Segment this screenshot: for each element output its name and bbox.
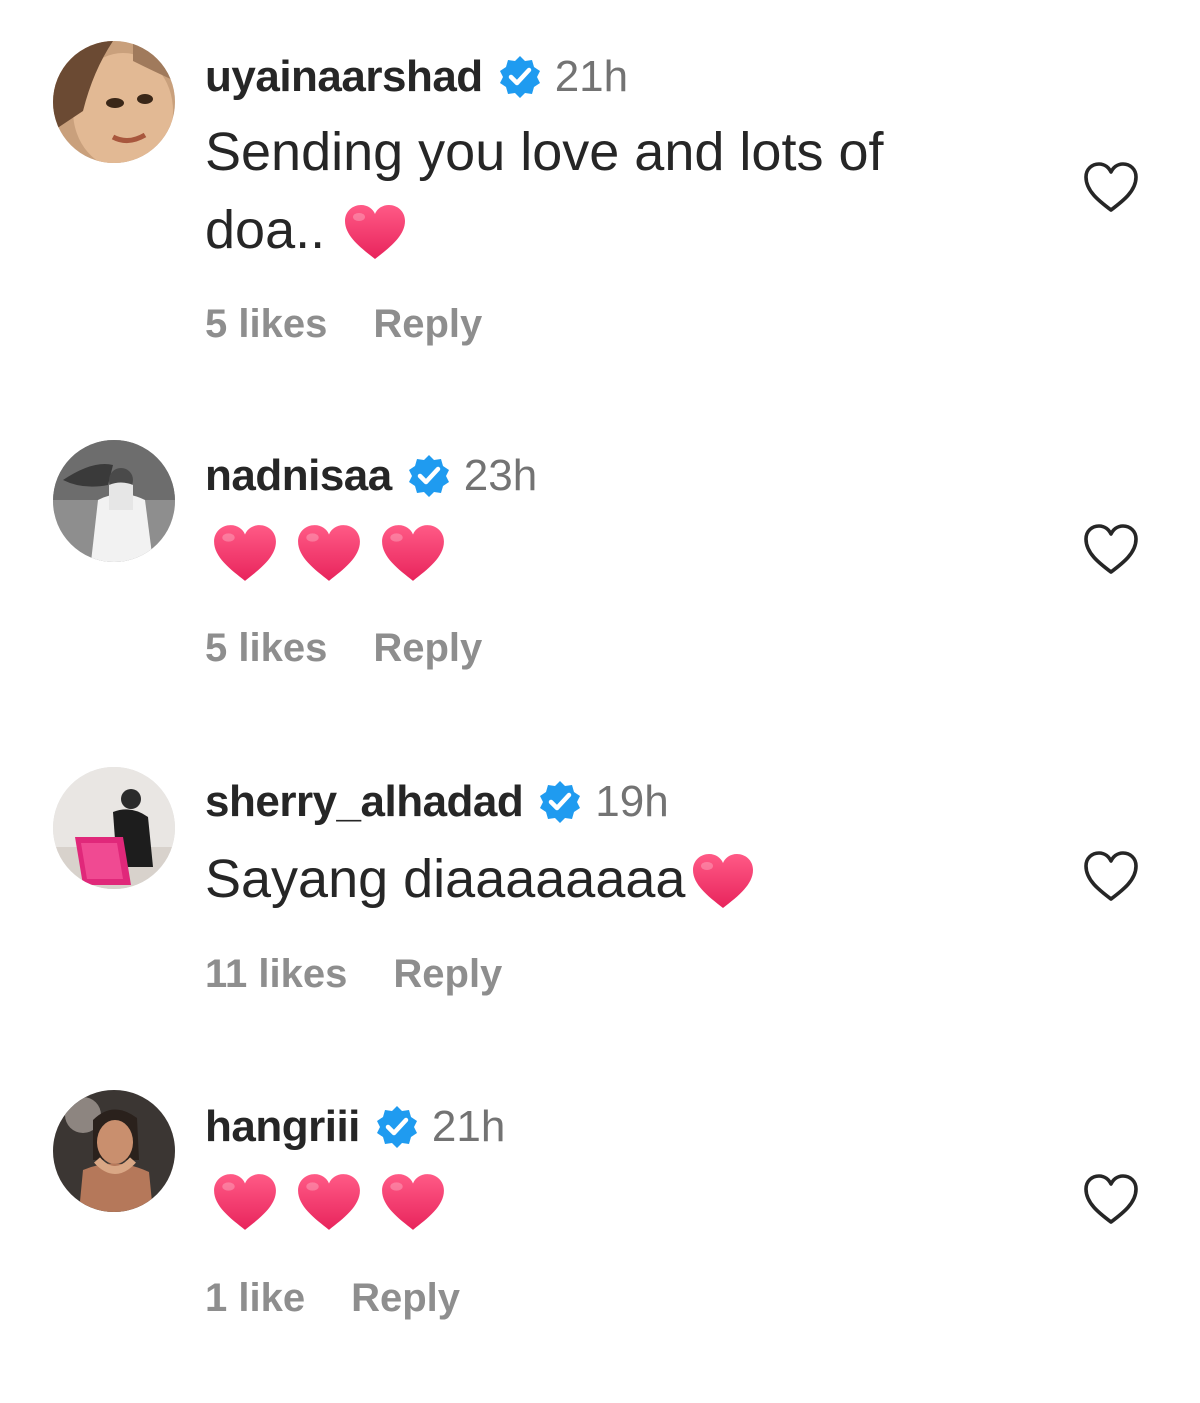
comment-meta: 11 likes Reply	[205, 952, 502, 997]
red-heart-emoji-icon	[296, 1172, 362, 1232]
comment-emojis	[212, 523, 446, 583]
avatar[interactable]	[53, 1090, 175, 1212]
likes-count[interactable]: 1 like	[205, 1276, 305, 1321]
red-heart-emoji-icon	[343, 202, 407, 262]
username[interactable]: nadnisaa	[205, 451, 392, 501]
comment-header: sherry_alhadad 19h	[205, 772, 669, 832]
timestamp[interactable]: 19h	[595, 777, 668, 827]
red-heart-emoji-icon	[380, 523, 446, 583]
avatar-image	[53, 440, 175, 562]
comment-emojis	[212, 1172, 446, 1232]
timestamp[interactable]: 23h	[464, 451, 537, 501]
comment-meta: 5 likes Reply	[205, 626, 482, 671]
username[interactable]: sherry_alhadad	[205, 777, 524, 827]
red-heart-emoji-icon	[691, 851, 755, 911]
verified-badge-icon	[497, 54, 543, 100]
avatar[interactable]	[53, 440, 175, 562]
comment-header: nadnisaa 23h	[205, 446, 537, 506]
timestamp[interactable]: 21h	[432, 1102, 505, 1152]
comment-meta: 1 like Reply	[205, 1276, 460, 1321]
comment-text-line: Sending you love and lots of	[205, 122, 884, 182]
red-heart-emoji-icon	[212, 523, 278, 583]
comment-text-line: Sayang diaaaaaaaa	[205, 849, 686, 909]
likes-count[interactable]: 5 likes	[205, 302, 327, 347]
avatar[interactable]	[53, 767, 175, 889]
avatar-image	[53, 1090, 175, 1212]
reply-button[interactable]: Reply	[373, 302, 482, 347]
comment-header: uyainaarshad 21h	[205, 47, 628, 107]
red-heart-emoji-icon	[380, 1172, 446, 1232]
verified-badge-icon	[406, 453, 452, 499]
verified-badge-icon	[374, 1104, 420, 1150]
avatar[interactable]	[53, 41, 175, 163]
reply-button[interactable]: Reply	[393, 952, 502, 997]
username[interactable]: uyainaarshad	[205, 52, 483, 102]
red-heart-emoji-icon	[212, 1172, 278, 1232]
likes-count[interactable]: 11 likes	[205, 952, 347, 997]
like-heart-icon[interactable]	[1082, 1172, 1140, 1226]
verified-badge-icon	[537, 779, 583, 825]
comment-text: Sending you love and lots of doa..	[205, 113, 1025, 269]
like-heart-icon[interactable]	[1082, 160, 1140, 214]
like-heart-icon[interactable]	[1082, 849, 1140, 903]
comment-header: hangriii 21h	[205, 1097, 505, 1157]
timestamp[interactable]: 21h	[555, 52, 628, 102]
username[interactable]: hangriii	[205, 1102, 360, 1152]
reply-button[interactable]: Reply	[351, 1276, 460, 1321]
avatar-image	[53, 767, 175, 889]
like-heart-icon[interactable]	[1082, 522, 1140, 576]
reply-button[interactable]: Reply	[373, 626, 482, 671]
likes-count[interactable]: 5 likes	[205, 626, 327, 671]
avatar-image	[53, 41, 175, 163]
red-heart-emoji-icon	[296, 523, 362, 583]
comment-text: Sayang diaaaaaaaa	[205, 840, 1025, 918]
comment-text-line: doa..	[205, 200, 326, 260]
comment-meta: 5 likes Reply	[205, 302, 482, 347]
